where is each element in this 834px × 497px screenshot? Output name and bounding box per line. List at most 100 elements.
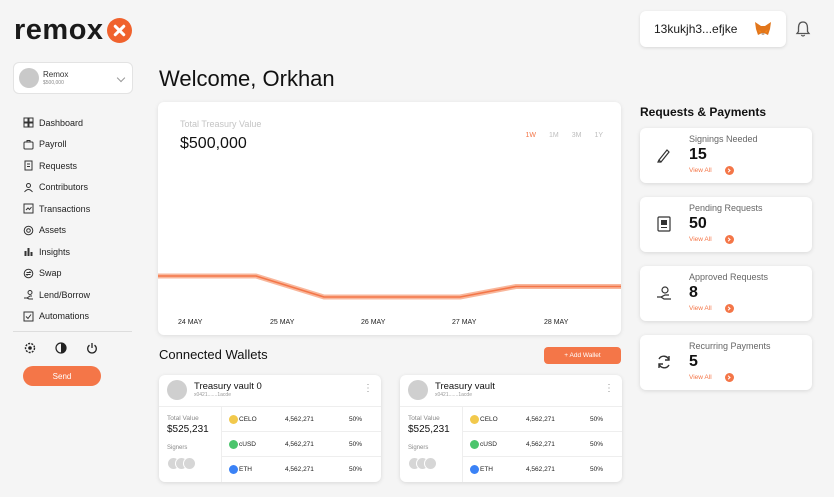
view-all-link[interactable]: View All bbox=[689, 235, 734, 244]
signings-needed-card[interactable]: Signings Needed 15 View All bbox=[640, 128, 812, 183]
sidebar-item-contributors[interactable]: Contributors bbox=[23, 177, 90, 199]
signers-label: Signers bbox=[408, 445, 429, 451]
account-name: Remox bbox=[43, 69, 69, 79]
add-wallet-button[interactable]: + Add Wallet bbox=[544, 347, 621, 364]
sidebar-item-label: Contributors bbox=[39, 182, 89, 193]
card-label: Signings Needed bbox=[689, 134, 758, 144]
payroll-icon bbox=[23, 139, 34, 150]
arrow-right-icon bbox=[724, 373, 734, 382]
signer-avatars bbox=[408, 457, 440, 471]
arrow-right-icon bbox=[724, 166, 734, 175]
asset-row: CELO 4,562,271 50% bbox=[221, 407, 381, 432]
asset-row: cUSD 4,562,271 50% bbox=[462, 432, 622, 457]
wallet-avatar bbox=[167, 380, 187, 400]
theme-toggle-icon[interactable] bbox=[55, 342, 67, 354]
requests-icon bbox=[24, 160, 33, 171]
coin-name: cUSD bbox=[480, 441, 497, 448]
card-count: 8 bbox=[689, 284, 698, 301]
card-count: 5 bbox=[689, 353, 698, 370]
avatar bbox=[19, 68, 39, 88]
arrow-right-icon bbox=[724, 235, 734, 244]
power-logout-icon[interactable] bbox=[86, 342, 98, 354]
wallet-card[interactable]: Treasury vault 0 x0421.......1acde ⋮ Tot… bbox=[159, 375, 381, 482]
recurring-payments-card[interactable]: Recurring Payments 5 View All bbox=[640, 335, 812, 390]
wallet-total-label: Total Value bbox=[408, 415, 440, 422]
view-all-link[interactable]: View All bbox=[689, 166, 734, 175]
coin-name: ETH bbox=[480, 466, 493, 473]
coin-percent: 50% bbox=[349, 416, 363, 423]
sidebar-item-lend-borrow[interactable]: Lend/Borrow bbox=[23, 284, 90, 306]
wallet-name: Treasury vault 0 bbox=[194, 380, 262, 392]
sidebar-item-requests[interactable]: Requests bbox=[23, 155, 90, 177]
sidebar-item-transactions[interactable]: Transactions bbox=[23, 198, 90, 220]
sidebar-item-label: Automations bbox=[39, 311, 90, 322]
notification-bell-icon[interactable] bbox=[795, 20, 811, 38]
coin-name: cUSD bbox=[239, 441, 256, 448]
transactions-icon bbox=[23, 203, 34, 214]
sidebar-item-label: Transactions bbox=[39, 203, 91, 214]
coin-percent: 50% bbox=[590, 441, 604, 448]
view-all-link[interactable]: View All bbox=[689, 304, 734, 313]
sidebar-item-label: Requests bbox=[39, 160, 78, 171]
sidebar-item-assets[interactable]: Assets bbox=[23, 220, 90, 242]
signers-label: Signers bbox=[167, 445, 188, 451]
sidebar-item-automations[interactable]: Automations bbox=[23, 306, 90, 328]
coin-amount: 4,562,271 bbox=[285, 416, 314, 423]
x-tick-label: 27 MAY bbox=[452, 319, 477, 326]
pending-requests-card[interactable]: Pending Requests 50 View All bbox=[640, 197, 812, 252]
treasury-line-chart bbox=[158, 273, 621, 300]
card-count: 50 bbox=[689, 215, 707, 232]
view-all-label: View All bbox=[689, 374, 712, 381]
wallet-address-button[interactable]: 13kukjh3...efjke bbox=[640, 11, 786, 47]
sidebar-item-insights[interactable]: Insights bbox=[23, 241, 90, 263]
more-options-icon[interactable]: ⋮ bbox=[363, 384, 373, 394]
signer-avatars bbox=[167, 457, 199, 471]
cusd-coin-icon bbox=[470, 440, 479, 449]
more-options-icon[interactable]: ⋮ bbox=[604, 384, 614, 394]
sidebar-item-swap[interactable]: Swap bbox=[23, 263, 90, 285]
account-balance: $500,000 bbox=[43, 79, 64, 86]
sidebar-item-label: Swap bbox=[39, 268, 62, 279]
remox-logo[interactable]: remox bbox=[14, 14, 132, 47]
eth-coin-icon bbox=[470, 465, 479, 474]
signer-avatar bbox=[424, 457, 437, 470]
insights-icon bbox=[24, 248, 33, 257]
chevron-down-icon bbox=[116, 73, 126, 83]
coin-amount: 4,562,271 bbox=[285, 466, 314, 473]
sidebar-item-payroll[interactable]: Payroll bbox=[23, 134, 90, 156]
coin-name: CELO bbox=[239, 416, 257, 423]
wallet-card[interactable]: Treasury vault x0421.......1acde ⋮ Total… bbox=[400, 375, 622, 482]
wallet-address: x0421.......1acde bbox=[194, 392, 231, 399]
send-button[interactable]: Send bbox=[23, 366, 101, 386]
sidebar-utilities bbox=[24, 342, 117, 354]
view-all-label: View All bbox=[689, 236, 712, 243]
coin-amount: 4,562,271 bbox=[526, 416, 555, 423]
settings-gear-icon[interactable] bbox=[24, 342, 36, 354]
approved-icon bbox=[657, 286, 671, 300]
pen-icon bbox=[657, 149, 670, 163]
metamask-fox-icon bbox=[755, 22, 771, 35]
coin-percent: 50% bbox=[590, 416, 604, 423]
wallet-address: x0421.......1acde bbox=[435, 392, 472, 399]
card-label: Recurring Payments bbox=[689, 341, 771, 351]
view-all-link[interactable]: View All bbox=[689, 373, 734, 382]
approved-requests-card[interactable]: Approved Requests 8 View All bbox=[640, 266, 812, 321]
wallet-name: Treasury vault bbox=[435, 380, 495, 392]
wallet-total-label: Total Value bbox=[167, 415, 199, 422]
account-switcher[interactable]: Remox $500,000 bbox=[13, 62, 133, 94]
dashboard-icon bbox=[23, 117, 34, 128]
wallet-total-value: $525,231 bbox=[408, 424, 450, 435]
sidebar-item-label: Lend/Borrow bbox=[39, 289, 91, 300]
sidebar-item-dashboard[interactable]: Dashboard bbox=[23, 112, 90, 134]
assets-icon bbox=[23, 225, 34, 236]
coin-amount: 4,562,271 bbox=[526, 466, 555, 473]
coin-percent: 50% bbox=[590, 466, 604, 473]
recurring-icon bbox=[658, 355, 670, 369]
card-count: 15 bbox=[689, 146, 707, 163]
coin-percent: 50% bbox=[349, 466, 363, 473]
arrow-right-icon bbox=[724, 304, 734, 313]
lend-borrow-icon bbox=[24, 290, 33, 300]
sidebar-item-label: Assets bbox=[39, 225, 67, 236]
card-label: Pending Requests bbox=[689, 203, 763, 213]
celo-coin-icon bbox=[229, 415, 238, 424]
